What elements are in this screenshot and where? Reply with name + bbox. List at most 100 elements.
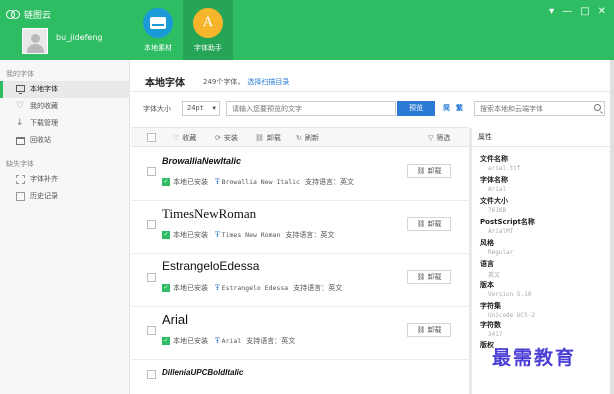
property-item: 语言 英文 xyxy=(480,259,500,279)
preview-toolbar: 字体大小 24pt ▼ 预览 简繁 xyxy=(131,100,614,118)
font-row[interactable]: Arial ✓ 本地已安装 Ŧ Arial 支持语言：英文 ⛓ 卸载 xyxy=(131,307,469,360)
link-icon: ⛓ xyxy=(255,134,264,142)
watermark: 最需教育 xyxy=(492,347,577,369)
main-panel: 本地字体 249个字体，选择扫描目录 字体大小 24pt ▼ 预览 简繁 ♡收藏… xyxy=(131,60,614,394)
property-value: ArialMT xyxy=(488,228,514,235)
link-icon: ⛓ xyxy=(416,220,428,228)
install-icon: ⟳ xyxy=(215,134,221,142)
missing-fonts-heading: 缺失字体 xyxy=(6,160,34,168)
property-value: Unicode UCS-2 xyxy=(488,312,535,319)
window-controls: ▾ — □ ✕ xyxy=(549,6,606,17)
font-name: Arial xyxy=(162,312,189,327)
properties-divider xyxy=(472,146,614,147)
property-key: 字符集 xyxy=(480,302,501,310)
install-status: 本地已安装 xyxy=(173,231,208,239)
property-value: 761KB xyxy=(488,207,507,214)
username[interactable]: bu_jidefeng xyxy=(56,33,102,42)
property-value: Arial xyxy=(488,186,507,193)
favorite-action[interactable]: ♡ 收藏 xyxy=(173,133,196,143)
simplified-toggle[interactable]: 简 xyxy=(443,104,450,112)
refresh-icon: ↻ xyxy=(296,134,302,142)
preview-button[interactable]: 预览 xyxy=(397,101,435,116)
property-item: 版本 Version 5.10 xyxy=(480,280,531,298)
search-input[interactable] xyxy=(474,101,605,116)
property-item: 风格 Regular xyxy=(480,238,513,256)
check-icon: ✓ xyxy=(162,337,170,345)
font-language: 支持语言：英文 xyxy=(304,178,354,186)
sidebar-item-favorites[interactable]: ♡ 我的收藏 xyxy=(0,98,129,115)
row-checkbox[interactable] xyxy=(147,220,156,229)
check-icon: ✓ xyxy=(162,231,170,239)
uninstall-button[interactable]: ⛓ 卸载 xyxy=(407,217,451,231)
heart-icon: ♡ xyxy=(16,101,25,111)
row-checkbox[interactable] xyxy=(147,370,156,379)
hard-disk-icon xyxy=(143,8,173,38)
uninstall-button[interactable]: ⛓ 卸载 xyxy=(407,270,451,284)
scan-directory-link[interactable]: 选择扫描目录 xyxy=(247,78,289,86)
font-assistant-icon: A xyxy=(193,8,223,38)
sidebar-item-downloads[interactable]: ↓ 下载管理 xyxy=(0,115,129,132)
sidebar-item-label: 我的收藏 xyxy=(30,102,58,110)
font-meta: ✓ 本地已安装 Ŧ Estrangelo Edessa 支持语言：英文 xyxy=(162,283,342,293)
install-action[interactable]: ⟳ 安装 xyxy=(215,133,238,143)
uninstall-button-label: 卸载 xyxy=(427,273,442,281)
uninstall-button[interactable]: ⛓ 卸载 xyxy=(407,323,451,337)
refresh-action[interactable]: ↻ 刷新 xyxy=(296,133,319,143)
uninstall-button[interactable]: ⛓ 卸载 xyxy=(407,164,451,178)
property-key: PostScript名称 xyxy=(480,218,535,226)
property-item: PostScript名称 ArialMT xyxy=(480,217,535,235)
font-sample: Estrangelo Edessa xyxy=(221,284,289,292)
sidebar-item-label: 回收站 xyxy=(30,136,51,144)
window-scrollbar[interactable] xyxy=(610,60,614,394)
font-list: BrowalliaNewItalic ✓ 本地已安装 Ŧ Browallia N… xyxy=(131,148,469,394)
close-icon[interactable]: ✕ xyxy=(598,6,606,17)
truetype-icon: Ŧ xyxy=(215,231,220,239)
font-name: DilleniaUPCBoldItalic xyxy=(162,368,244,377)
tool-label-font-assistant: 字体助手 xyxy=(194,44,222,52)
top-bar: 链图云 bu_jidefeng 本地素材 A 字体助手 ▾ — □ ✕ xyxy=(0,0,614,60)
property-value: arial.ttf xyxy=(488,165,521,172)
font-name: BrowalliaNewItalic xyxy=(162,156,242,166)
select-all-checkbox[interactable] xyxy=(147,133,156,142)
tool-label-local-assets: 本地素材 xyxy=(144,44,172,52)
sidebar-item-font-complete[interactable]: 字体补齐 xyxy=(0,171,129,188)
font-assistant-tool[interactable]: A 字体助手 xyxy=(183,0,233,60)
sidebar-item-label: 字体补齐 xyxy=(30,175,58,183)
font-row[interactable]: DilleniaUPCBoldItalic xyxy=(131,360,469,394)
uninstall-action[interactable]: ⛓ 卸载 xyxy=(255,133,281,143)
app-logo: 链图云 xyxy=(6,8,51,21)
app-name: 链图云 xyxy=(24,11,52,21)
maximize-icon[interactable]: □ xyxy=(580,6,589,17)
sidebar-item-trash[interactable]: 回收站 xyxy=(0,132,129,149)
font-row[interactable]: EstrangeloEdessa ✓ 本地已安装 Ŧ Estrangelo Ed… xyxy=(131,254,469,307)
avatar[interactable] xyxy=(22,28,48,54)
sidebar-item-local-fonts[interactable]: 本地字体 xyxy=(0,81,129,98)
font-row[interactable]: TimesNewRoman ✓ 本地已安装 Ŧ Times New Roman … xyxy=(131,201,469,254)
property-item: 字符集 Unicode UCS-2 xyxy=(480,301,535,319)
link-icon: ⛓ xyxy=(416,167,428,175)
filter-action[interactable]: ▽ 筛选 xyxy=(428,133,450,143)
minimize-icon[interactable]: — xyxy=(562,6,572,17)
row-checkbox[interactable] xyxy=(147,167,156,176)
trash-icon xyxy=(16,136,25,145)
font-size-select[interactable]: 24pt ▼ xyxy=(182,101,220,116)
cloud-logo-icon xyxy=(6,10,20,19)
sidebar: 我的字体 本地字体 ♡ 我的收藏 ↓ 下载管理 回收站 缺失字体 字体补齐 历史… xyxy=(0,60,130,394)
row-checkbox[interactable] xyxy=(147,326,156,335)
truetype-icon: Ŧ xyxy=(215,337,220,345)
sidebar-item-history[interactable]: 历史记录 xyxy=(0,188,129,205)
local-assets-tool[interactable]: 本地素材 xyxy=(133,0,183,60)
sidebar-item-label: 本地字体 xyxy=(30,85,58,93)
property-key: 字符数 xyxy=(480,321,501,329)
font-sample: Arial xyxy=(221,337,242,345)
font-row[interactable]: BrowalliaNewItalic ✓ 本地已安装 Ŧ Browallia N… xyxy=(131,148,469,201)
property-value: Version 5.10 xyxy=(488,291,532,298)
font-meta: ✓ 本地已安装 Ŧ Arial 支持语言：英文 xyxy=(162,336,295,346)
search-icon[interactable] xyxy=(594,104,601,111)
refresh-label: 刷新 xyxy=(304,134,319,142)
row-checkbox[interactable] xyxy=(147,273,156,282)
preview-text-input[interactable] xyxy=(226,101,396,116)
property-item: 文件名称 arial.ttf xyxy=(480,154,521,172)
menu-icon[interactable]: ▾ xyxy=(549,6,554,17)
traditional-toggle[interactable]: 繁 xyxy=(456,104,463,112)
